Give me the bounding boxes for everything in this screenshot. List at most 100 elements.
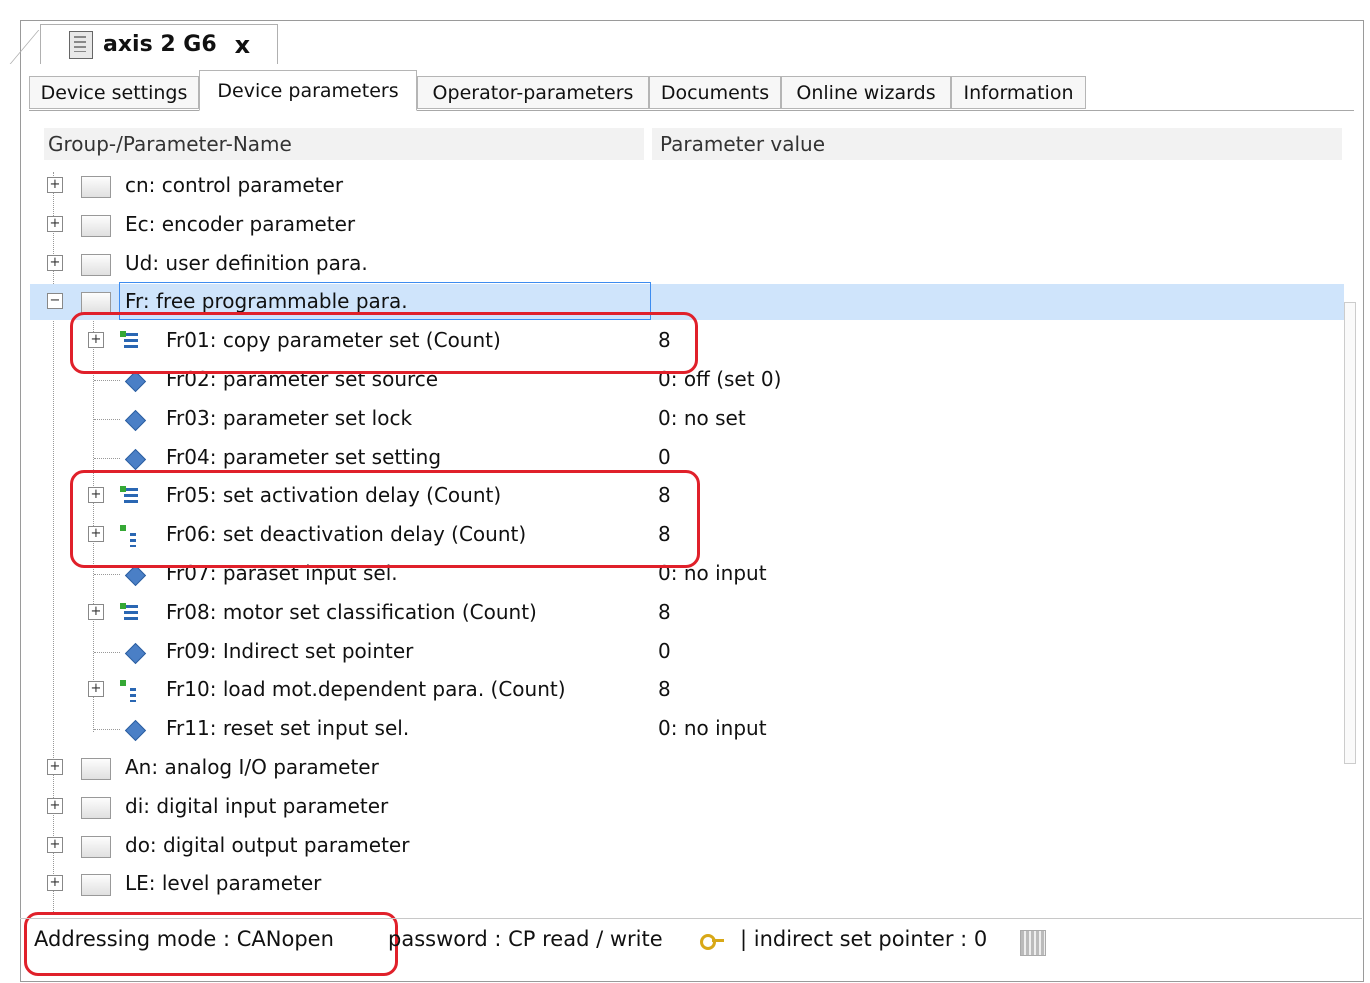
row-label: Fr09: Indirect set pointer [166, 638, 414, 663]
expand-icon[interactable]: + [88, 681, 104, 698]
tree-row[interactable]: + do: digital output parameter [30, 828, 1344, 866]
tree-row[interactable]: + di: digital input parameter [30, 789, 1344, 827]
tree-row[interactable]: + cn: control parameter [30, 168, 1344, 206]
tab-documents[interactable]: Documents [649, 76, 781, 109]
tree-connector [94, 418, 120, 420]
collapse-icon[interactable]: − [47, 293, 63, 310]
tree-row[interactable]: + Fr10: load mot.dependent para. (Count) 8 [30, 672, 1344, 710]
row-label: Ec: encoder parameter [125, 211, 356, 236]
array-bars [130, 533, 136, 548]
expand-icon[interactable]: + [47, 177, 63, 193]
row-value[interactable]: 8 [658, 677, 671, 701]
row-value[interactable]: 0: no input [658, 561, 767, 585]
focus-outline [119, 282, 651, 321]
row-value[interactable]: 0: no input [658, 716, 767, 740]
parameter-icon [120, 719, 147, 742]
doc-tab-title: axis 2 G6 [103, 32, 217, 57]
parameter-diamond [124, 370, 147, 393]
expand-icon[interactable]: + [47, 215, 63, 232]
row-value[interactable]: 8 [658, 522, 671, 546]
addressing-mode-status: Addressing mode : CANopen [34, 927, 334, 951]
parameter-diamond [124, 409, 147, 431]
tree-row[interactable]: Fr11: reset set input sel. 0: no input [30, 711, 1344, 749]
tab-online-wizards[interactable]: Online wizards [781, 76, 951, 109]
expand-icon[interactable]: + [47, 836, 63, 853]
parameter-icon [120, 564, 147, 587]
tree-row[interactable]: + Ud: user definition para. [30, 246, 1344, 284]
tree-row[interactable]: + Fr05: set activation delay (Count) 8 [30, 478, 1344, 516]
row-value[interactable]: 0: off (set 0) [658, 367, 781, 391]
row-value[interactable]: 8 [658, 600, 671, 624]
close-icon[interactable]: x [235, 31, 250, 59]
expand-icon[interactable]: + [88, 603, 104, 620]
tree-row[interactable]: + Fr06: set deactivation delay (Count) 8 [30, 517, 1344, 555]
row-value[interactable]: 8 [658, 328, 671, 352]
doc-tab[interactable]: axis 2 G6 x [40, 24, 278, 64]
row-label: cn: control parameter [125, 173, 344, 197]
array-bars [130, 688, 136, 703]
tree-row[interactable]: Fr04: parameter set setting 0 [30, 440, 1344, 478]
column-header-name[interactable]: Group-/Parameter-Name [44, 128, 644, 160]
array-icon [120, 602, 142, 625]
row-value[interactable]: 0: no set [658, 406, 746, 430]
row-value[interactable]: 0 [658, 639, 671, 663]
parameter-icon [120, 448, 147, 470]
expand-icon[interactable]: + [47, 797, 63, 814]
tree-connector [94, 729, 120, 731]
array-marker [120, 331, 126, 338]
key-icon[interactable] [700, 930, 724, 950]
tree-row[interactable]: − Fr: free programmable para. [30, 282, 1344, 322]
parameter-diamond [124, 720, 147, 742]
password-status: password : CP read / write [388, 927, 663, 951]
tree-row[interactable]: Fr09: Indirect set pointer 0 [30, 634, 1344, 672]
expand-icon[interactable]: + [47, 875, 63, 892]
expand-icon[interactable]: + [88, 332, 104, 349]
tree-row[interactable]: Fr07: paraset input sel. 0: no input [30, 556, 1344, 594]
row-value[interactable]: 0 [658, 445, 671, 469]
indirect-set-pointer-status: | indirect set pointer : 0 [740, 927, 988, 951]
parameter-diamond [124, 448, 147, 470]
tab-operator-parameters[interactable]: Operator-parameters [417, 76, 649, 109]
expand-icon[interactable]: + [88, 487, 104, 504]
row-label: Fr02: parameter set source [166, 367, 439, 391]
pointer-icon[interactable] [1020, 930, 1046, 956]
expand-icon[interactable]: + [47, 759, 63, 775]
array-bars [124, 333, 138, 352]
array-marker [120, 602, 126, 609]
parameter-icon [120, 642, 147, 664]
parameter-icon [120, 370, 147, 393]
row-label: Fr10: load mot.dependent para. (Count) [166, 677, 566, 702]
row-label: di: digital input parameter [125, 793, 389, 818]
array-marker [120, 680, 126, 687]
expand-icon[interactable]: + [88, 526, 104, 543]
array-icon [120, 680, 142, 703]
folder-icon [81, 176, 111, 198]
tree-row[interactable]: Fr03: parameter set lock 0: no set [30, 401, 1344, 439]
tree-row[interactable]: + Fr01: copy parameter set (Count) 8 [30, 323, 1344, 361]
tree-connector [94, 457, 120, 459]
tab-device-settings[interactable]: Device settings [29, 76, 199, 109]
vertical-scrollbar[interactable] [1344, 302, 1356, 764]
tree-connector [94, 651, 120, 653]
column-header-value[interactable]: Parameter value [652, 128, 1342, 160]
tree-row[interactable]: + Fr08: motor set classification (Count) 8 [30, 595, 1344, 633]
tree-row[interactable]: + LE: level parameter [30, 866, 1344, 904]
row-label: An: analog I/O parameter [125, 755, 379, 779]
tree-connector [94, 380, 120, 381]
row-label: Fr01: copy parameter set (Count) [166, 328, 501, 353]
table-header: Group-/Parameter-Name Parameter value [40, 128, 1342, 162]
tree-row[interactable]: + Ec: encoder parameter [30, 207, 1344, 245]
row-label: Fr05: set activation delay (Count) [166, 483, 502, 508]
tree-row[interactable]: Fr02: parameter set source 0: off (set 0) [30, 362, 1344, 400]
tab-information[interactable]: Information [951, 76, 1086, 109]
folder-icon [81, 253, 111, 276]
expand-icon[interactable]: + [47, 254, 63, 271]
array-icon [120, 525, 142, 548]
row-value[interactable]: 8 [658, 483, 671, 507]
tab-device-parameters[interactable]: Device parameters [199, 70, 417, 111]
status-bar: Addressing mode : CANopen password : CP … [20, 918, 1362, 964]
array-marker [120, 486, 126, 493]
tree-row[interactable]: + An: analog I/O parameter [30, 750, 1344, 788]
folder-icon [81, 292, 111, 315]
tree-connector [94, 574, 120, 575]
